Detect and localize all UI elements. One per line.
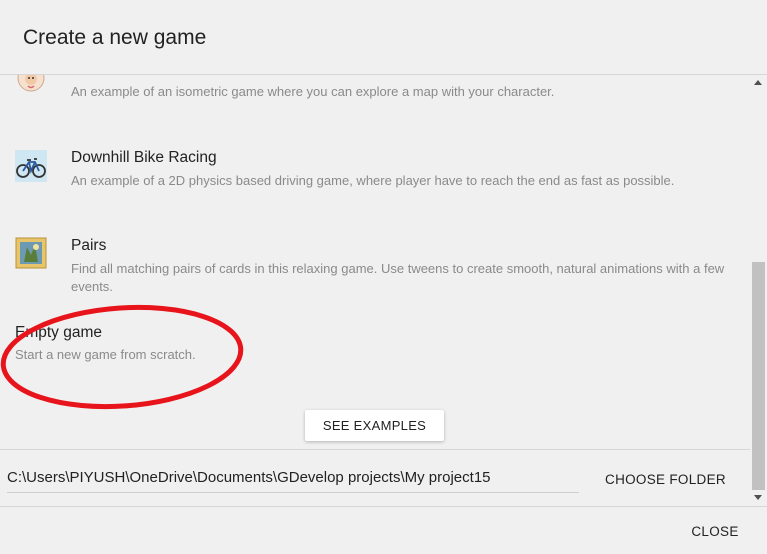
see-examples-button[interactable]: SEE EXAMPLES (305, 410, 444, 441)
scrollbar-thumb[interactable] (752, 262, 765, 490)
scroll-down-arrow-icon[interactable] (754, 495, 762, 500)
empty-game-title[interactable]: Empty game (15, 324, 102, 342)
example-description: An example of a 2D physics based driving… (71, 173, 675, 188)
example-description: Find all matching pairs of cards in this… (71, 261, 725, 294)
list-item-pairs[interactable]: Pairs Find all matching pairs of cards i… (0, 229, 750, 299)
create-game-dialog: Create a new game An example of an isome… (0, 0, 767, 554)
example-title: Downhill Bike Racing (71, 149, 217, 166)
examples-list[interactable]: An example of an isometric game where yo… (0, 75, 750, 506)
character-face-icon (15, 75, 47, 94)
choose-folder-button[interactable]: CHOOSE FOLDER (593, 465, 738, 493)
cards-icon (15, 237, 47, 269)
empty-game-description: Start a new game from scratch. (15, 347, 196, 362)
scroll-up-arrow-icon[interactable] (754, 80, 762, 85)
footer-divider (0, 506, 767, 507)
divider (0, 449, 750, 450)
list-item-downhill-bike-racing[interactable]: Downhill Bike Racing An example of a 2D … (0, 141, 750, 201)
example-description: An example of an isometric game where yo… (71, 84, 555, 99)
close-button[interactable]: CLOSE (680, 517, 750, 545)
bicycle-icon (15, 150, 47, 182)
scrollbar[interactable] (750, 75, 767, 506)
project-path-field[interactable]: C:\Users\PIYUSH\OneDrive\Documents\GDeve… (7, 469, 491, 486)
list-item-isometric-example[interactable]: An example of an isometric game where yo… (0, 75, 750, 115)
dialog-title: Create a new game (23, 26, 207, 49)
project-path-underline (7, 492, 579, 493)
list-item-empty-game[interactable] (0, 315, 750, 375)
example-title: Pairs (71, 237, 107, 254)
